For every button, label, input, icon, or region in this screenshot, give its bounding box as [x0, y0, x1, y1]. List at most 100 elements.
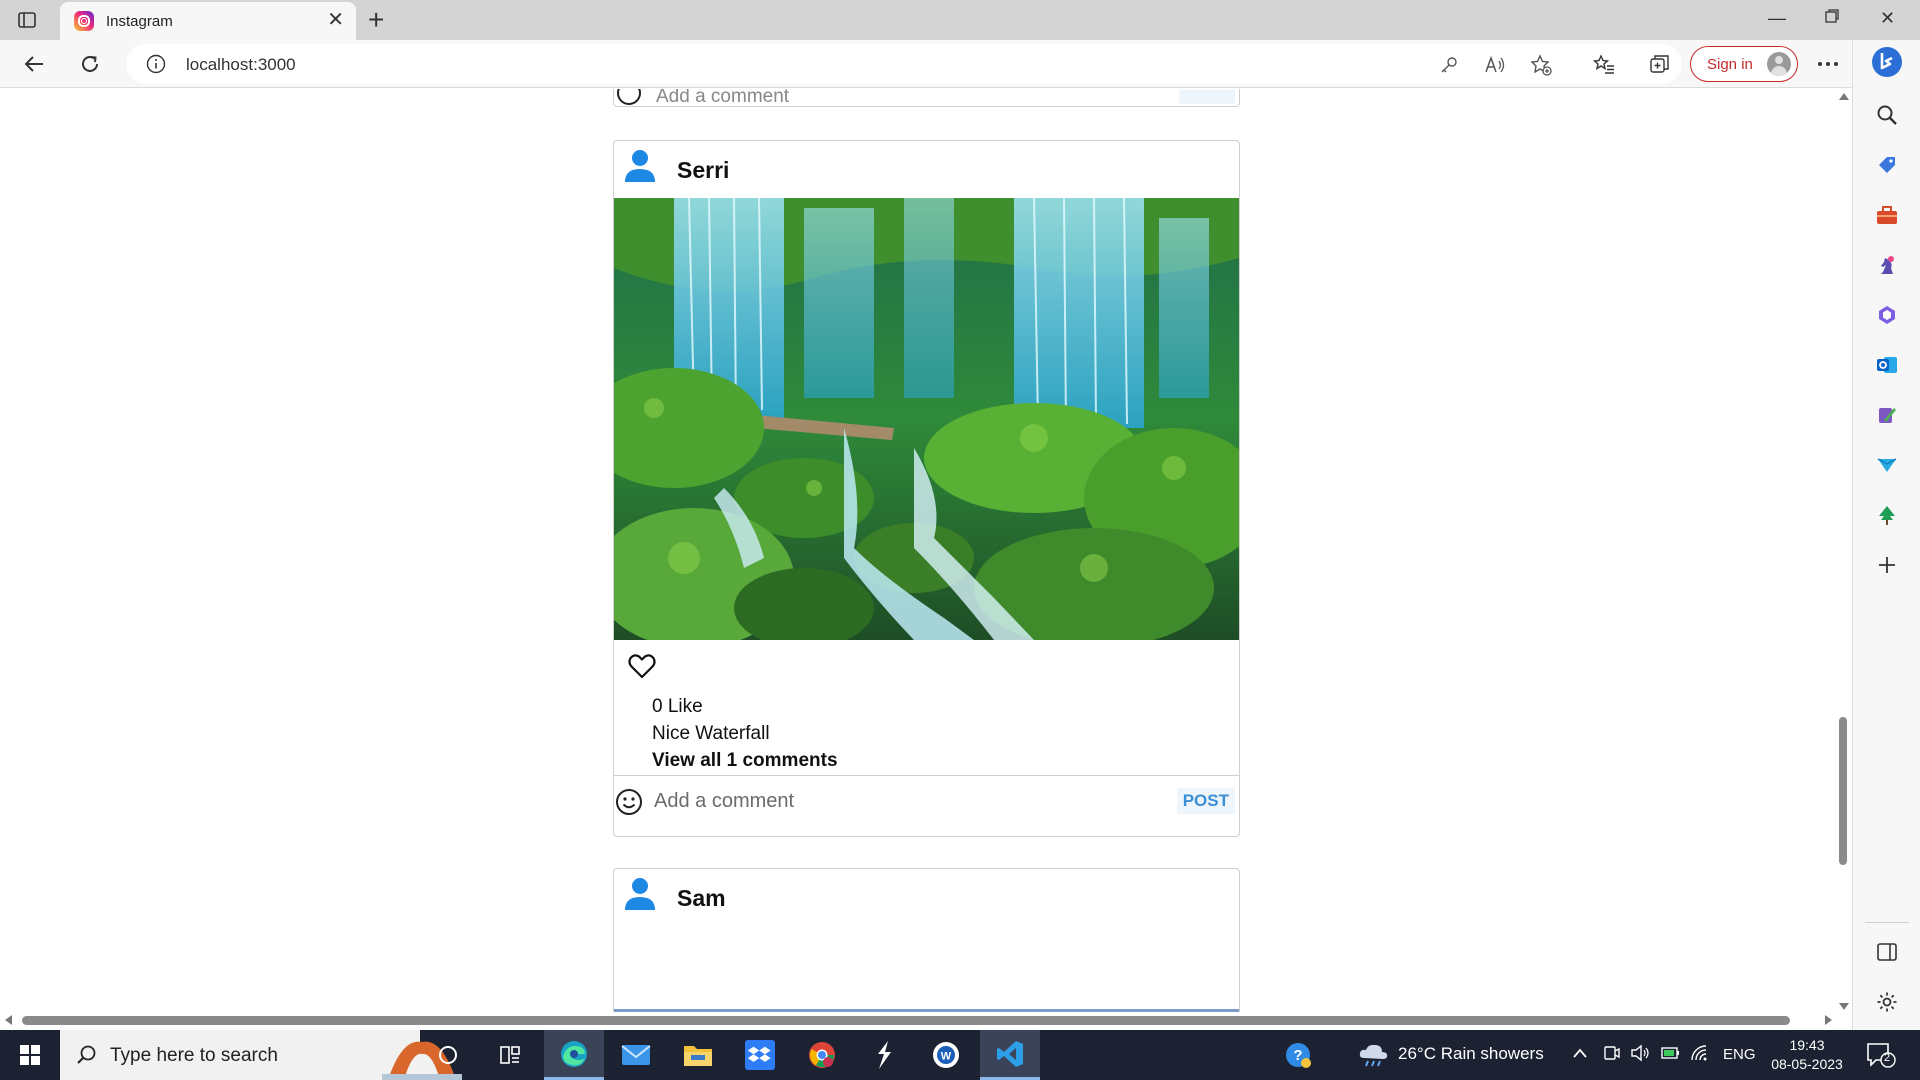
- refresh-icon[interactable]: [76, 50, 104, 78]
- user-avatar-icon[interactable]: [622, 147, 658, 185]
- read-aloud-icon[interactable]: [1484, 54, 1506, 76]
- minimize-icon[interactable]: —: [1768, 8, 1786, 29]
- scroll-left-arrow-icon[interactable]: [5, 1015, 12, 1025]
- comment-row: POST: [614, 775, 1239, 835]
- search-icon[interactable]: [1875, 103, 1899, 127]
- post-username[interactable]: Sam: [677, 885, 726, 912]
- horizontal-scroll-thumb[interactable]: [22, 1016, 1790, 1025]
- windows-taskbar: Type here to search W ? 26°C Rain shower…: [0, 1030, 1920, 1080]
- view-comments-link[interactable]: View all 1 comments: [652, 750, 838, 772]
- chrome-icon[interactable]: [794, 1030, 850, 1080]
- like-heart-icon[interactable]: [628, 653, 656, 684]
- taskbar-search-placeholder: Type here to search: [110, 1045, 278, 1066]
- key-icon[interactable]: [1438, 54, 1460, 76]
- edge-taskbar-icon[interactable]: [544, 1030, 604, 1080]
- vscode-icon[interactable]: [980, 1030, 1040, 1080]
- wifi-icon[interactable]: [1690, 1044, 1710, 1067]
- drop-note-icon[interactable]: [1875, 403, 1899, 427]
- address-bar[interactable]: localhost:3000: [126, 44, 1682, 84]
- taskbar-search-icon: [76, 1044, 98, 1071]
- add-favorite-icon[interactable]: [1530, 54, 1552, 76]
- tools-briefcase-icon[interactable]: [1875, 203, 1899, 227]
- previous-post-card: Add a comment: [613, 89, 1240, 107]
- post-header: Serri: [614, 141, 1239, 197]
- windows-start-icon[interactable]: [0, 1030, 60, 1080]
- svg-text:W: W: [941, 1051, 952, 1063]
- scroll-up-arrow-icon[interactable]: [1839, 93, 1849, 100]
- browser-tab-instagram[interactable]: Instagram ✕: [60, 2, 356, 40]
- shopping-tag-icon[interactable]: [1875, 153, 1899, 177]
- outlook-icon[interactable]: [1875, 353, 1899, 377]
- clock-date: 08-05-2023: [1771, 1056, 1843, 1072]
- file-explorer-icon[interactable]: [670, 1030, 726, 1080]
- close-window-icon[interactable]: ✕: [1880, 8, 1895, 29]
- previous-comment-placeholder[interactable]: Add a comment: [656, 89, 789, 108]
- browser-toolbar: localhost:3000 Sign in: [0, 40, 1920, 88]
- vertical-scrollbar[interactable]: [1834, 89, 1852, 1014]
- games-chess-icon[interactable]: [1875, 253, 1899, 277]
- sidebar-settings-gear-icon[interactable]: [1875, 990, 1899, 1014]
- sign-in-button[interactable]: Sign in: [1690, 46, 1798, 82]
- lightning-app-icon[interactable]: [856, 1030, 912, 1080]
- wordweb-icon[interactable]: W: [918, 1030, 974, 1080]
- edge-sidebar: [1852, 40, 1920, 1030]
- more-options-icon[interactable]: [1814, 50, 1842, 78]
- emoji-icon[interactable]: [616, 89, 642, 111]
- sign-in-label: Sign in: [1707, 56, 1753, 73]
- tab-title: Instagram: [106, 13, 173, 30]
- weather-rain-icon[interactable]: [1358, 1042, 1390, 1073]
- previous-post-button[interactable]: [1179, 90, 1235, 104]
- hide-sidebar-icon[interactable]: [1875, 940, 1899, 964]
- site-info-icon[interactable]: [146, 54, 166, 79]
- send-paper-plane-icon[interactable]: [1875, 453, 1899, 477]
- restore-icon[interactable]: [1824, 8, 1840, 29]
- notifications-icon[interactable]: 2: [1866, 1042, 1896, 1073]
- post-header: Sam: [614, 869, 1239, 925]
- show-hidden-icons-chevron-icon[interactable]: [1572, 1044, 1588, 1064]
- profile-avatar-icon: [1767, 52, 1791, 76]
- notification-count: 2: [1884, 1052, 1891, 1064]
- meet-now-icon[interactable]: [1603, 1044, 1621, 1067]
- clock-time: 19:43: [1789, 1037, 1825, 1053]
- back-arrow-icon[interactable]: [20, 50, 48, 78]
- taskbar-clock[interactable]: 19:43 08-05-2023: [1767, 1036, 1847, 1074]
- tree-icon[interactable]: [1875, 503, 1899, 527]
- taskbar-search-box[interactable]: Type here to search: [60, 1030, 462, 1080]
- weather-text[interactable]: 26°C Rain showers: [1398, 1044, 1544, 1064]
- scroll-right-arrow-icon[interactable]: [1825, 1015, 1832, 1025]
- scroll-down-arrow-icon[interactable]: [1839, 1003, 1849, 1010]
- cortana-icon[interactable]: [420, 1030, 476, 1080]
- horizontal-scrollbar[interactable]: [0, 1012, 1852, 1028]
- post-comment-button[interactable]: POST: [1176, 788, 1235, 814]
- help-icon[interactable]: ?: [1270, 1030, 1326, 1080]
- post-caption: Nice Waterfall: [652, 723, 770, 744]
- comment-input[interactable]: [654, 786, 1154, 816]
- sidebar-divider: [1865, 922, 1909, 923]
- svg-text:?: ?: [1293, 1047, 1302, 1064]
- dropbox-icon[interactable]: [732, 1030, 788, 1080]
- battery-icon[interactable]: [1660, 1044, 1682, 1067]
- post-card: Sam: [613, 868, 1240, 1014]
- volume-icon[interactable]: [1630, 1044, 1650, 1067]
- collections-icon[interactable]: [1646, 50, 1674, 78]
- url-text[interactable]: localhost:3000: [186, 55, 296, 75]
- favorites-icon[interactable]: [1590, 50, 1618, 78]
- task-view-icon[interactable]: [482, 1030, 538, 1080]
- bing-copilot-icon[interactable]: [1871, 46, 1903, 78]
- vertical-scroll-thumb[interactable]: [1839, 717, 1847, 865]
- tab-close-icon[interactable]: ✕: [327, 10, 344, 30]
- emoji-icon[interactable]: [615, 788, 643, 821]
- microsoft-365-icon[interactable]: [1875, 303, 1899, 327]
- likes-count: 0 Like: [652, 696, 703, 717]
- post-image: [614, 198, 1239, 640]
- user-avatar-icon[interactable]: [622, 875, 658, 913]
- language-indicator[interactable]: ENG: [1723, 1046, 1756, 1063]
- post-username[interactable]: Serri: [677, 157, 729, 184]
- page-viewport: Add a comment Serri 0 Like Nice Waterfal…: [0, 89, 1852, 1014]
- new-tab-icon[interactable]: +: [368, 5, 384, 35]
- add-sidebar-app-icon[interactable]: [1875, 553, 1899, 577]
- instagram-favicon-icon: [74, 11, 94, 31]
- mail-icon[interactable]: [608, 1030, 664, 1080]
- tab-bar: Instagram ✕ + — ✕: [0, 0, 1920, 40]
- tab-actions-icon[interactable]: [16, 9, 38, 31]
